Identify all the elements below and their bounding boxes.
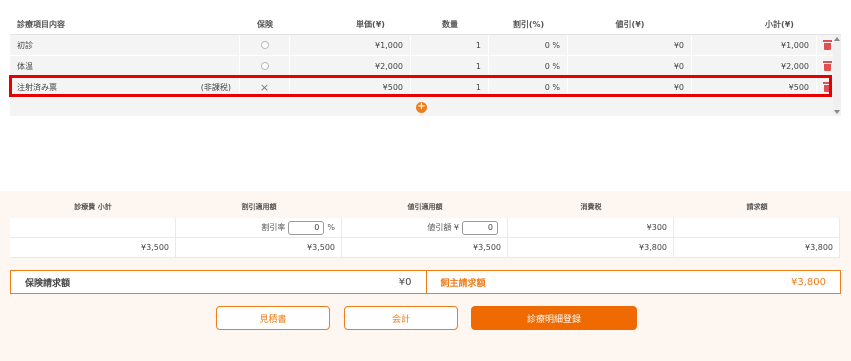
header-subtotal: 小計(¥)	[765, 19, 794, 29]
owner-claim-total: 飼主請求額 ¥3,800	[425, 271, 841, 293]
discount-rate-group: 割引率 0 %	[176, 218, 342, 238]
unit-price-field[interactable]: ¥500	[290, 77, 411, 97]
totals-bar: 保険請求額 ¥0 飼主請求額 ¥3,800	[10, 270, 841, 294]
item-name[interactable]: 初診	[10, 35, 240, 55]
trash-icon	[822, 82, 832, 92]
tax-value-row1: ¥300	[508, 218, 674, 238]
circle-icon	[260, 41, 269, 49]
summary-cell-empty	[674, 218, 840, 238]
summary-adjust-row: 割引率 0 % 値引額 ¥ 0 ¥300	[10, 218, 841, 238]
insurance-toggle[interactable]	[240, 56, 290, 76]
scroll-down-icon[interactable]	[834, 110, 840, 114]
insurance-claim-total: 保険請求額 ¥0	[11, 271, 426, 293]
quantity-field[interactable]: 1	[411, 77, 489, 97]
discount-amount-field[interactable]: ¥0	[568, 77, 692, 97]
discount-rate-field[interactable]: 0 %	[489, 77, 568, 97]
trash-icon	[822, 61, 832, 71]
scroll-up-icon[interactable]	[834, 37, 840, 41]
item-name[interactable]: 体温	[10, 56, 240, 76]
header-insurance: 保険	[257, 19, 273, 29]
cross-icon: ×	[259, 80, 270, 94]
unit-price-field[interactable]: ¥1,000	[290, 35, 411, 55]
insurance-claim-value: ¥0	[398, 276, 412, 288]
reduction-input[interactable]: 0	[462, 220, 498, 235]
treatment-table-header: 診療項目内容 保険 単価(¥) 数量 割引(%) 値引(¥) 小計(¥)	[10, 14, 841, 35]
estimate-button[interactable]: 見積書	[216, 306, 330, 330]
subtotal-value: ¥500	[692, 77, 817, 97]
insurance-toggle[interactable]: ×	[240, 77, 290, 97]
owner-claim-value: ¥3,800	[791, 276, 826, 288]
header-discount-amount: 値引(¥)	[615, 19, 645, 29]
insurance-toggle[interactable]	[240, 35, 290, 55]
summary-header-tax: 消費税	[580, 203, 602, 211]
add-row-area: +	[10, 98, 833, 116]
unit-price-field[interactable]: ¥2,000	[290, 56, 411, 76]
trash-icon	[822, 40, 832, 50]
summary-header-discount: 割引適用額	[241, 203, 277, 211]
discount-rate-label: 割引率	[261, 223, 286, 232]
insurance-claim-label: 保険請求額	[25, 278, 71, 289]
plus-circle-icon[interactable]: +	[416, 101, 427, 113]
billing-summary: 診療費 小計 割引適用額 値引適用額 消費税 請求額 割引率 0 % 値引額 ¥…	[0, 191, 851, 361]
table-row[interactable]: 注射済み票 (非課税) × ¥500 1 0 % ¥0 ¥500	[10, 77, 841, 98]
discount-rate-unit: %	[327, 223, 335, 232]
summary-cell-empty	[10, 218, 176, 238]
header-unit-price: 単価(¥)	[356, 19, 385, 29]
summary-header: 診療費 小計 割引適用額 値引適用額 消費税 請求額	[10, 197, 841, 217]
discount-amount-field[interactable]: ¥0	[568, 56, 692, 76]
table-row[interactable]: 体温 ¥2,000 1 0 % ¥0 ¥2,000	[10, 56, 841, 77]
subtotal-amount: ¥3,500	[10, 238, 176, 258]
table-scrollbar[interactable]	[833, 35, 841, 116]
item-name[interactable]: 注射済み票 (非課税)	[10, 77, 240, 97]
subtotal-value: ¥2,000	[692, 56, 817, 76]
discount-rate-field[interactable]: 0 %	[489, 35, 568, 55]
billed-amount: ¥3,800	[674, 238, 840, 258]
checkout-button[interactable]: 会計	[344, 306, 458, 330]
subtotal-value: ¥1,000	[692, 35, 817, 55]
discount-amount-field[interactable]: ¥0	[568, 35, 692, 55]
tax-included-amount: ¥3,800	[508, 238, 674, 258]
quantity-field[interactable]: 1	[411, 35, 489, 55]
header-name: 診療項目内容	[17, 19, 65, 29]
summary-header-subtotal: 診療費 小計	[74, 203, 112, 211]
header-discount-rate: 割引(%)	[512, 19, 545, 29]
discount-applied-amount: ¥3,500	[176, 238, 342, 258]
register-treatment-button[interactable]: 診療明細登録	[471, 306, 637, 330]
reduction-label: 値引額 ¥	[427, 223, 459, 232]
summary-header-reduction: 値引適用額	[407, 203, 443, 211]
owner-claim-label: 飼主請求額	[440, 278, 486, 289]
header-quantity: 数量	[442, 19, 458, 29]
circle-icon	[260, 62, 269, 70]
discount-rate-input[interactable]: 0	[288, 220, 325, 235]
summary-amount-row: ¥3,500 ¥3,500 ¥3,500 ¥3,800 ¥3,800	[10, 238, 841, 258]
action-buttons: 見積書 会計 診療明細登録	[0, 306, 851, 330]
reduction-applied-amount: ¥3,500	[342, 238, 508, 258]
reduction-group: 値引額 ¥ 0	[342, 218, 508, 238]
table-row[interactable]: 初診 ¥1,000 1 0 % ¥0 ¥1,000	[10, 35, 841, 56]
quantity-field[interactable]: 1	[411, 56, 489, 76]
summary-header-billed: 請求額	[746, 203, 768, 211]
discount-rate-field[interactable]: 0 %	[489, 56, 568, 76]
